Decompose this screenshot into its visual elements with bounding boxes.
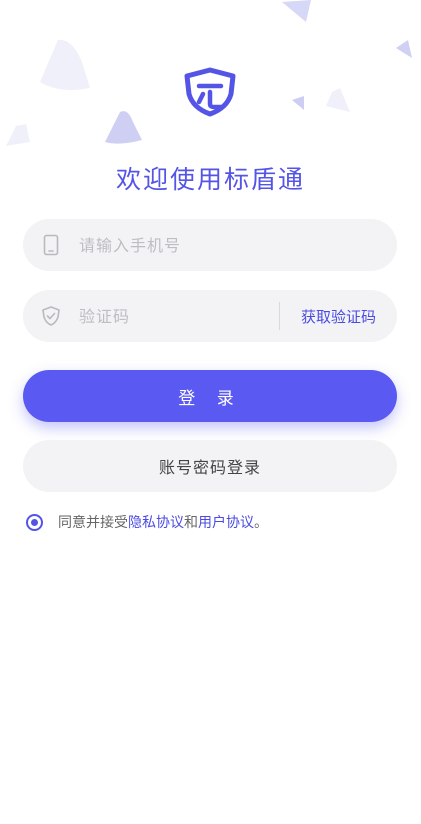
user-agreement-link[interactable]: 用户协议: [198, 512, 254, 532]
radio-dot: [31, 518, 38, 526]
bg-triangle-2: [396, 40, 412, 58]
agreement-prefix: 同意并接受: [58, 515, 128, 531]
bg-triangle-3: [40, 39, 90, 90]
app-logo: [181, 66, 239, 118]
bg-triangle-1: [282, 0, 311, 22]
phone-field: [23, 219, 397, 271]
verification-code-field: 获取验证码: [23, 290, 397, 342]
agreement-row: 同意并接受 隐私协议和用户协议。: [26, 512, 268, 532]
shield-check-icon: [40, 305, 62, 327]
phone-input[interactable]: [79, 235, 397, 255]
password-login-button[interactable]: 账号密码登录: [23, 440, 397, 492]
page-title: 欢迎使用标盾通: [115, 165, 305, 194]
bg-triangle-7: [6, 124, 30, 146]
shield-logo-icon: [184, 67, 236, 117]
verification-code-input[interactable]: [79, 306, 279, 326]
agreement-suffix: 。: [254, 515, 268, 531]
agreement-and: 和: [184, 515, 198, 531]
agreement-radio[interactable]: [26, 513, 43, 531]
privacy-policy-link[interactable]: 隐私协议: [128, 512, 184, 532]
get-code-button[interactable]: 获取验证码: [280, 306, 397, 327]
phone-icon: [40, 234, 62, 256]
bg-triangle-4: [105, 111, 142, 144]
login-button[interactable]: 登 录: [23, 370, 397, 422]
bg-triangle-5: [292, 96, 304, 110]
bg-triangle-6: [326, 88, 350, 112]
